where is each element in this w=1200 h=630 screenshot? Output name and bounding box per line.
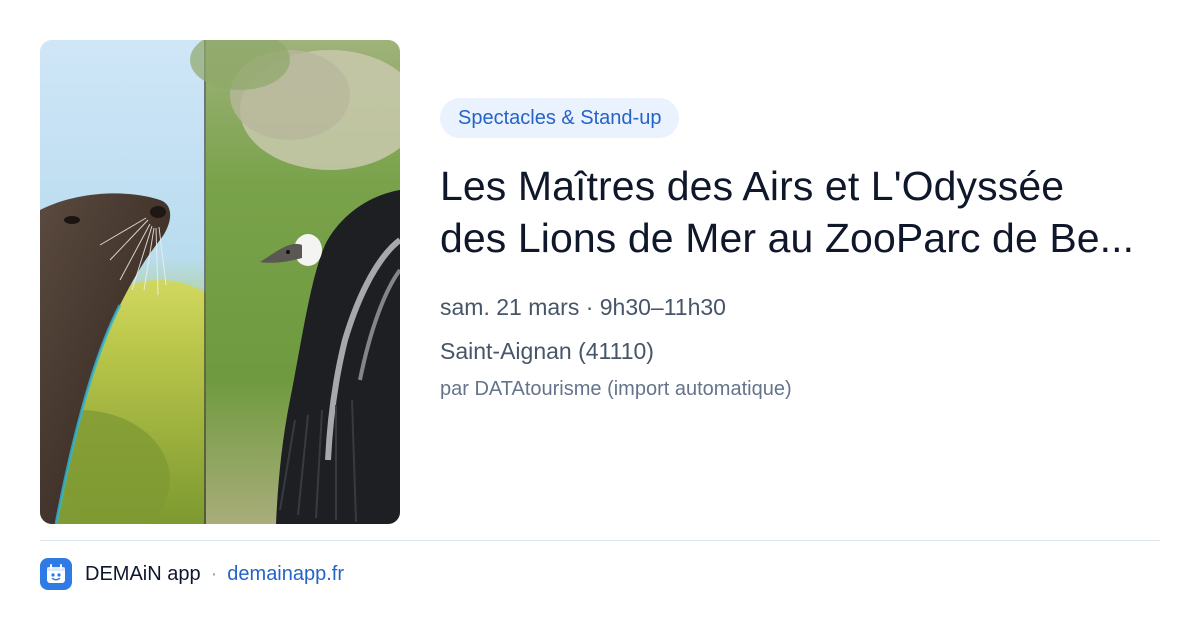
event-source: par DATAtourisme (import automatique) [440, 378, 792, 400]
category-badge[interactable]: Spectacles & Stand-up [440, 98, 680, 138]
demain-app-logo-icon[interactable] [40, 558, 72, 590]
event-date-time: sam. 21 mars · 9h30–11h30 [440, 294, 726, 320]
footer-separator: · [210, 562, 218, 585]
event-title[interactable]: Les Maîtres des Airs et L'Odyssée des Li… [440, 160, 1140, 264]
footer: DEMAiN app · demainapp.fr [40, 558, 344, 590]
app-domain-link[interactable]: demainapp.fr [227, 563, 344, 586]
footer-divider [40, 540, 1160, 541]
event-image [40, 40, 400, 524]
app-name: DEMAiN app [85, 562, 201, 585]
event-info: Spectacles & Stand-up Les Maîtres des Ai… [440, 98, 1160, 402]
event-location: Saint-Aignan (41110) [440, 338, 654, 364]
